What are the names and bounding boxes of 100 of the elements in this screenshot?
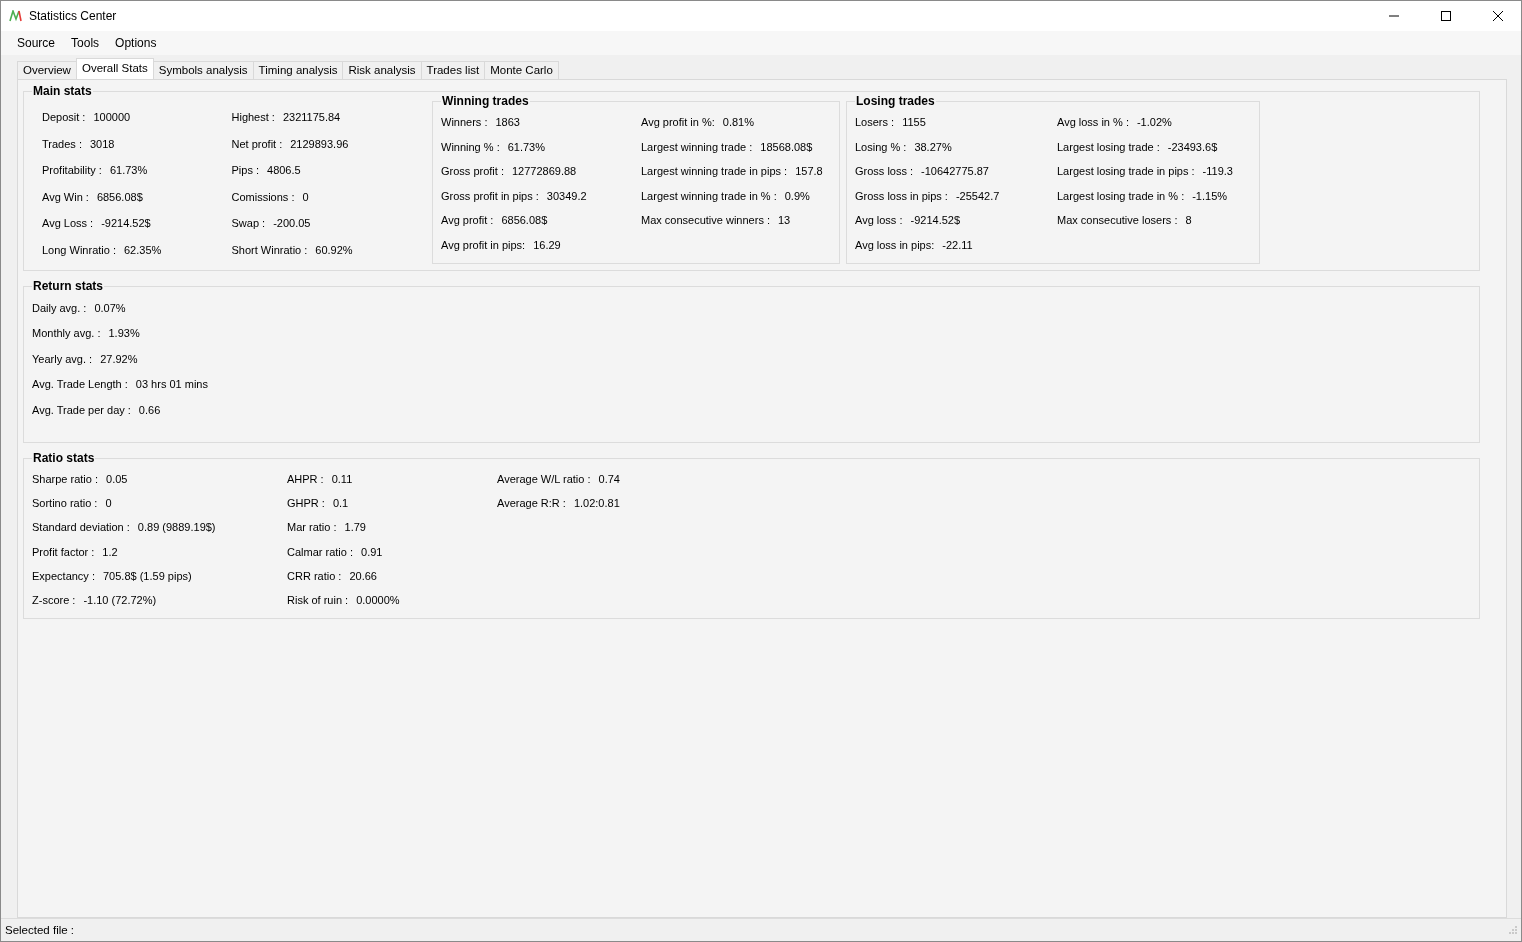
stat-value: 0.74	[598, 473, 620, 486]
group-title: Ratio stats	[32, 451, 96, 465]
stat-label: Highest :	[231, 111, 275, 124]
stat-value: -23493.6$	[1167, 140, 1218, 153]
stat-label: Largest winning trade :	[641, 140, 753, 153]
stat-label: Avg loss in % :	[1057, 116, 1129, 129]
stat-label: Gross loss :	[855, 165, 914, 178]
stat-value: 0.89 (9889.19$)	[137, 521, 216, 534]
stat-label: Largest winning trade in % :	[641, 189, 777, 202]
stat-value: 1155	[902, 116, 926, 129]
stat-value: 30349.2	[546, 189, 587, 202]
stat-label: Losing % :	[855, 140, 907, 153]
stat-value: 12772869.88	[511, 165, 577, 178]
stat-value: 38.27%	[914, 140, 952, 153]
tab[interactable]: Overall Stats	[75, 58, 154, 79]
menu-item[interactable]: Source	[9, 36, 64, 50]
stat-label: Swap :	[231, 217, 266, 230]
stat-value: 3018	[89, 137, 115, 150]
stat-label: Calmar ratio :	[287, 545, 354, 558]
stat-value: 18568.08$	[760, 140, 813, 153]
stat-value: -119.3	[1202, 165, 1233, 178]
stat-label: Average W/L ratio :	[497, 473, 591, 486]
stat-value: 100000	[93, 111, 131, 124]
stat-value: 0.81%	[722, 116, 754, 129]
stat-label: Winning % :	[441, 140, 500, 153]
stat-value: 0.07%	[94, 301, 126, 314]
tab[interactable]: Risk analysis	[342, 61, 422, 79]
stat-value: 20.66	[349, 569, 377, 582]
stat-label: Deposit :	[42, 111, 86, 124]
stat-label: Largest losing trade in % :	[1057, 189, 1185, 202]
tab[interactable]: Symbols analysis	[152, 61, 254, 79]
stat-label: Avg Win :	[42, 190, 89, 203]
stat-value: 1.02:0.81	[573, 497, 620, 510]
stat-label: Avg Loss :	[42, 217, 94, 230]
menu-item[interactable]: Tools	[63, 36, 108, 50]
stat-label: Short Winratio :	[231, 243, 308, 256]
group-title: Return stats	[32, 279, 104, 293]
stat-label: Risk of ruin :	[287, 594, 349, 607]
stat-label: Avg loss :	[855, 214, 903, 227]
stat-label: Max consecutive losers :	[1057, 214, 1178, 227]
stat-label: GHPR :	[287, 497, 325, 510]
stat-label: Sortino ratio :	[32, 497, 98, 510]
stat-value: 60.92%	[315, 243, 353, 256]
stat-label: Profitability :	[42, 164, 102, 177]
stat-label: Avg profit in pips:	[441, 238, 526, 251]
stat-value: 6856.08$	[501, 214, 548, 227]
stat-label: Avg. Trade per day :	[32, 403, 131, 416]
stat-label: Trades :	[42, 137, 82, 150]
stat-label: Pips :	[231, 164, 259, 177]
stat-value: 157.8	[795, 165, 823, 178]
stat-label: Comissions :	[231, 190, 295, 203]
stat-label: Monthly avg. :	[32, 327, 101, 340]
stat-value: -1.15%	[1192, 189, 1228, 202]
tab[interactable]: Monte Carlo	[484, 61, 559, 79]
stat-value: 0.66	[138, 403, 161, 416]
app-logo-icon	[9, 10, 23, 22]
resize-grip-icon	[1508, 925, 1518, 935]
stat-label: Mar ratio :	[287, 521, 337, 534]
stat-value: 0.91	[361, 545, 383, 558]
window-title: Statistics Center	[29, 9, 118, 23]
stat-label: Avg loss in pips:	[855, 238, 935, 251]
stat-value: 13	[778, 214, 791, 227]
stat-label: Largest losing trade in pips :	[1057, 165, 1195, 178]
stat-label: Largest losing trade :	[1057, 140, 1160, 153]
stat-value: 61.73%	[507, 140, 545, 153]
stat-label: Avg profit in %:	[641, 116, 715, 129]
stat-value: 03 hrs 01 mins	[135, 378, 208, 391]
stat-label: Long Winratio :	[42, 243, 116, 256]
stat-label: Profit factor :	[32, 545, 95, 558]
stat-value: 0.11	[331, 473, 353, 486]
stat-value: 0.0000%	[356, 594, 400, 607]
stat-label: Max consecutive winners :	[641, 214, 770, 227]
group-title: Winning trades	[441, 94, 530, 108]
stat-label: Z-score :	[32, 594, 76, 607]
stat-label: Daily avg. :	[32, 301, 87, 314]
stat-value: 16.29	[533, 238, 561, 251]
menu-item[interactable]: Options	[107, 36, 165, 50]
stat-value: -1.02%	[1136, 116, 1172, 129]
maximize-icon	[1441, 11, 1451, 21]
stat-value: 2129893.96	[290, 137, 349, 150]
stat-value: -22.11	[942, 238, 973, 251]
group-title: Main stats	[32, 84, 93, 98]
stat-value: 2321175.84	[282, 111, 341, 124]
stat-value: 0.05	[106, 473, 128, 486]
stat-value: 62.35%	[124, 243, 162, 256]
stat-value: 61.73%	[109, 164, 148, 177]
stat-label: Yearly avg. :	[32, 352, 93, 365]
stat-value: 1.93%	[108, 327, 140, 340]
stat-label: AHPR :	[287, 473, 324, 486]
stat-value: 0.1	[332, 497, 349, 510]
stat-label: Sharpe ratio :	[32, 473, 99, 486]
stat-value: 0.9%	[784, 189, 810, 202]
stat-value: 1863	[495, 116, 520, 129]
stat-value: 1.2	[102, 545, 118, 558]
tab[interactable]: Timing analysis	[252, 61, 344, 79]
stat-value: 6856.08$	[96, 190, 143, 203]
tab[interactable]: Overview	[17, 61, 77, 79]
stat-label: Losers :	[855, 116, 895, 129]
stat-label: Gross profit in pips :	[441, 189, 539, 202]
stat-value: -9214.52$	[101, 217, 151, 230]
